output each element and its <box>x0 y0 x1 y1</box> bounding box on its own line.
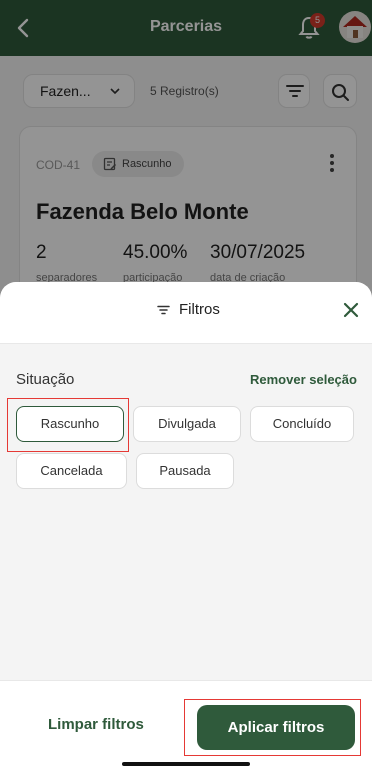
sheet-header: Filtros <box>0 282 372 344</box>
section-label-situacao: Situação <box>16 371 75 388</box>
chip-rascunho[interactable]: Rascunho <box>16 406 124 442</box>
sheet-title: Filtros <box>179 301 220 318</box>
chip-cancelada[interactable]: Cancelada <box>16 453 127 489</box>
remove-selection-link[interactable]: Remover seleção <box>250 372 357 387</box>
clear-filters-button[interactable]: Limpar filtros <box>48 716 144 733</box>
chip-pausada[interactable]: Pausada <box>136 453 234 489</box>
sheet-footer: Limpar filtros Aplicar filtros <box>0 680 372 773</box>
home-indicator <box>122 762 250 766</box>
close-icon[interactable] <box>343 302 359 318</box>
filter-lines-icon <box>157 305 170 315</box>
apply-filters-button[interactable]: Aplicar filtros <box>197 705 355 750</box>
chip-concluido[interactable]: Concluído <box>250 406 354 442</box>
chip-divulgada[interactable]: Divulgada <box>133 406 241 442</box>
filter-bottom-sheet: Filtros Situação Remover seleção Rascunh… <box>0 282 372 773</box>
